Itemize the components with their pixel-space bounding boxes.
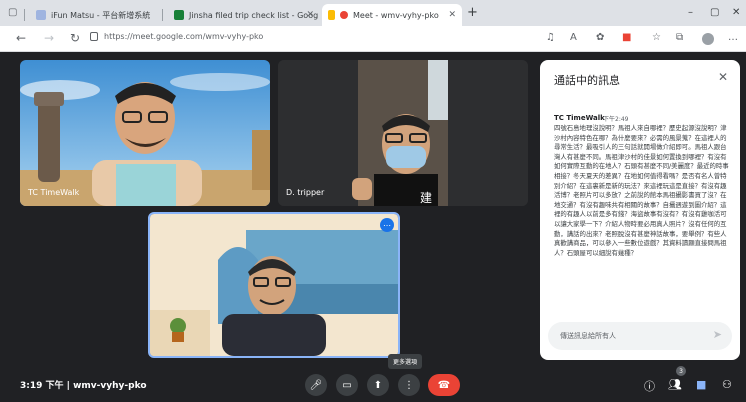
participant-video (150, 214, 398, 356)
participant-tile-tc-timewalk[interactable]: TC TimeWalk (20, 60, 270, 206)
more-options-button[interactable]: ⋮ (398, 374, 420, 396)
more-vertical-icon: ⋮ (404, 379, 414, 391)
meeting-details-icon[interactable]: ⓘ (644, 378, 655, 394)
back-arrow-icon[interactable]: ← (16, 31, 26, 45)
extension-red-icon[interactable]: ■ (622, 32, 631, 43)
ifun-favicon-icon (36, 10, 46, 20)
extension-icon[interactable]: ✿ (596, 32, 604, 43)
present-screen-button[interactable]: ⬆ (367, 374, 389, 396)
meeting-control-bar: 3:19 下午 | wmv-vyhy-pko 🎤︎ ▭ ⬆ ⋮ ☎ ⓘ 👥︎ 3… (0, 366, 746, 402)
url-field[interactable]: https://meet.google.com/wmv-vyhy-pko (104, 32, 263, 41)
microphone-button[interactable]: 🎤︎ (305, 374, 327, 396)
meet-favicon-icon (328, 10, 335, 20)
close-chat-icon[interactable]: ✕ (718, 70, 728, 84)
meeting-code: wmv-vyhy-pko (73, 381, 147, 391)
send-icon[interactable]: ➤ (713, 328, 722, 341)
sheets-favicon-icon (174, 10, 184, 20)
forward-arrow-icon[interactable]: → (44, 31, 54, 45)
browser-tab-bar: ▢ iFun Matsu - 平台新增系統 Jinsha filed trip … (0, 0, 746, 26)
tile-options-icon[interactable]: ⋯ (380, 218, 394, 232)
chat-input[interactable]: 傳送訊息給所有人 ➤ (548, 322, 732, 350)
profile-avatar[interactable] (702, 33, 714, 45)
meeting-time: 3:19 下午 (20, 381, 64, 391)
new-tab-button[interactable]: + (467, 5, 478, 20)
recording-icon (340, 11, 348, 19)
participant-name: D. tripper (286, 188, 325, 197)
activities-icon[interactable]: ⚇ (722, 378, 732, 391)
chat-message-author: TC TimeWalk (554, 114, 605, 122)
close-window-button[interactable]: ✕ (732, 7, 740, 18)
participant-tile-active-speaker[interactable]: ⋯ (148, 212, 400, 358)
meeting-info: 3:19 下午 | wmv-vyhy-pko (20, 381, 147, 391)
tab-meet[interactable]: Meet - wmv-vyhy-pko ✕ (322, 4, 462, 26)
chat-message-text: 四號石島地理沒說明？馬祖人來自哪裡？歷史起源沒說明？津沙村內容特色在哪？為什麼要… (554, 124, 729, 257)
chat-panel: 通話中的訊息 ✕ TC TimeWalk 下午2:49 四號石島地理沒說明？馬祖… (540, 60, 740, 360)
svg-text:建: 建 (420, 191, 432, 205)
more-menu-icon[interactable]: … (728, 32, 738, 43)
leave-call-button[interactable]: ☎ (428, 374, 460, 396)
participant-tile-d-tripper[interactable]: 建 D. tripper (278, 60, 528, 206)
tab-actions-icon[interactable]: ▢ (8, 7, 17, 18)
close-tab-icon[interactable]: ✕ (448, 10, 456, 20)
tab-ifun-matsu[interactable]: iFun Matsu - 平台新增系統 (30, 4, 158, 26)
present-icon: ⬆ (373, 379, 383, 391)
participant-video: 建 (278, 60, 528, 206)
hang-up-icon: ☎ (437, 379, 451, 391)
microphone-permission-icon[interactable]: ♫ (546, 32, 555, 43)
tab-jinsha-checklist[interactable]: Jinsha filed trip check list - Goog ✕ (168, 4, 320, 26)
camera-button[interactable]: ▭ (336, 374, 358, 396)
favorites-icon[interactable]: ☆ (652, 32, 661, 43)
camera-icon: ▭ (342, 379, 352, 391)
chat-message-time: 下午2:49 (603, 116, 629, 123)
read-aloud-icon[interactable]: A (570, 32, 577, 43)
participant-video (20, 60, 270, 206)
maximize-button[interactable]: ▢ (710, 7, 719, 18)
microphone-icon: 🎤︎ (309, 379, 323, 391)
more-options-tooltip: 更多選項 (388, 354, 423, 369)
people-icon[interactable]: 👥︎ (668, 378, 682, 391)
collections-icon[interactable]: ⧉ (676, 32, 683, 43)
chat-icon[interactable]: ■ (696, 378, 706, 391)
chat-input-placeholder: 傳送訊息給所有人 (560, 332, 616, 340)
participant-name: TC TimeWalk (28, 188, 80, 197)
chat-panel-title: 通話中的訊息 (554, 74, 620, 87)
close-tab-icon[interactable]: ✕ (306, 10, 314, 20)
minimize-button[interactable]: – (688, 7, 693, 18)
people-count-badge: 3 (676, 366, 686, 376)
reload-icon[interactable]: ↻ (70, 31, 80, 45)
address-bar: ← → ↻ https://meet.google.com/wmv-vyhy-p… (0, 26, 746, 52)
lock-icon[interactable] (90, 32, 98, 41)
